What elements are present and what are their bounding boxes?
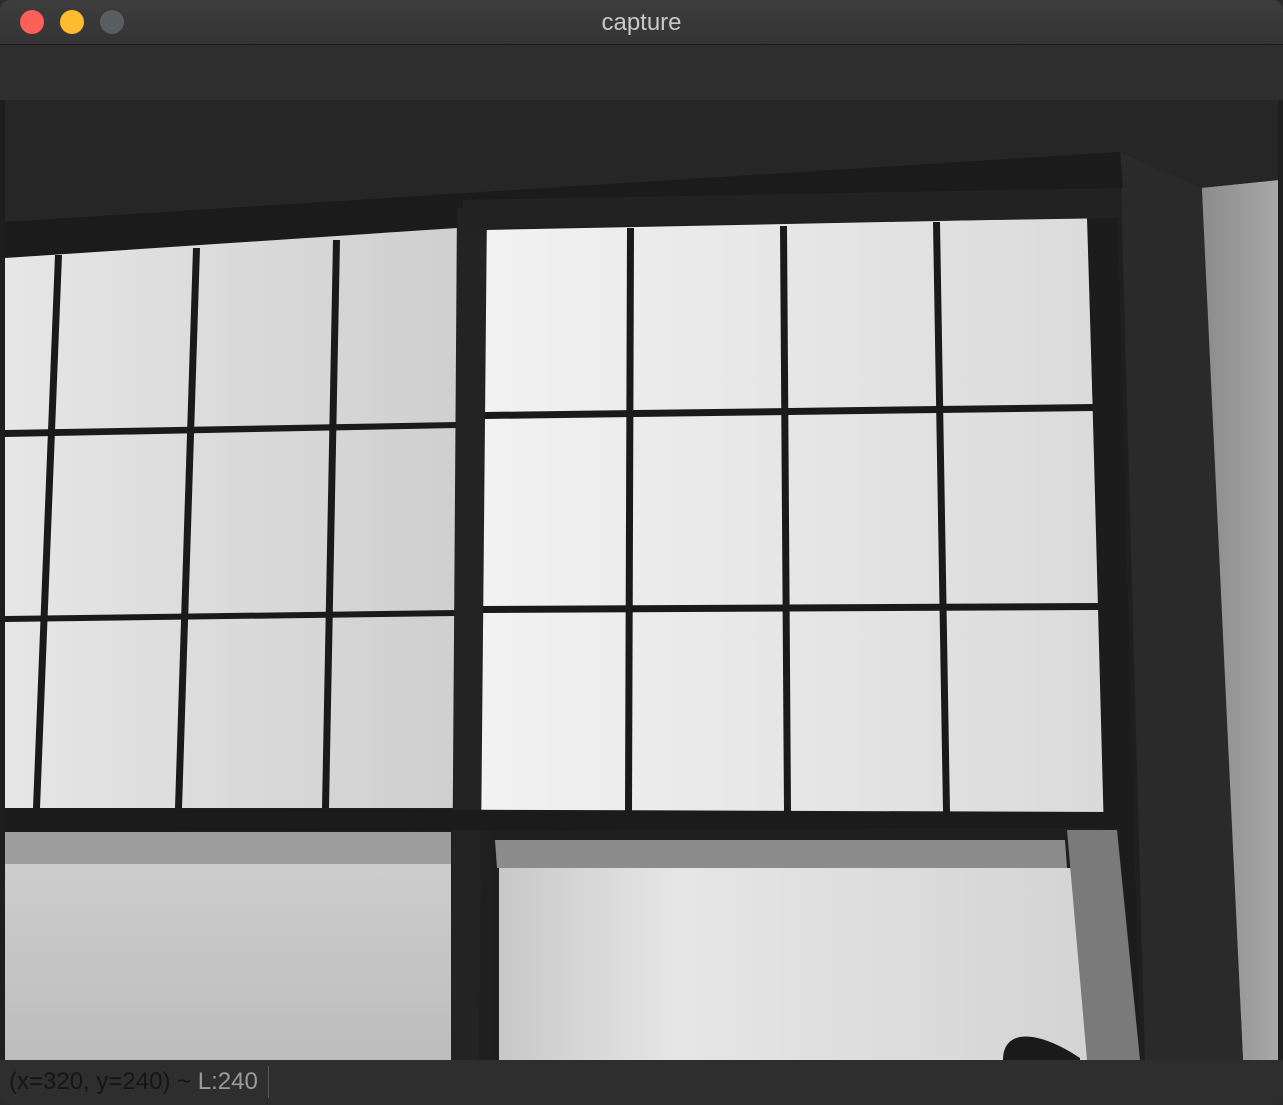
pixel-readout: (x=320, y=240) ~ L:240: [5, 1066, 269, 1098]
window-title: capture: [601, 9, 682, 36]
luminance-value: L:240: [191, 1068, 258, 1095]
image-canvas[interactable]: [5, 100, 1278, 1060]
status-bar: (x=320, y=240) ~ L:240: [0, 1060, 1283, 1105]
title-bar[interactable]: capture: [0, 0, 1283, 45]
camera-image: [5, 100, 1278, 1060]
toolbar: [0, 45, 1283, 100]
cursor-coordinates: (x=320, y=240) ~: [9, 1068, 192, 1095]
app-window: capture (x=320, y=240) ~ L:240: [0, 0, 1283, 1105]
